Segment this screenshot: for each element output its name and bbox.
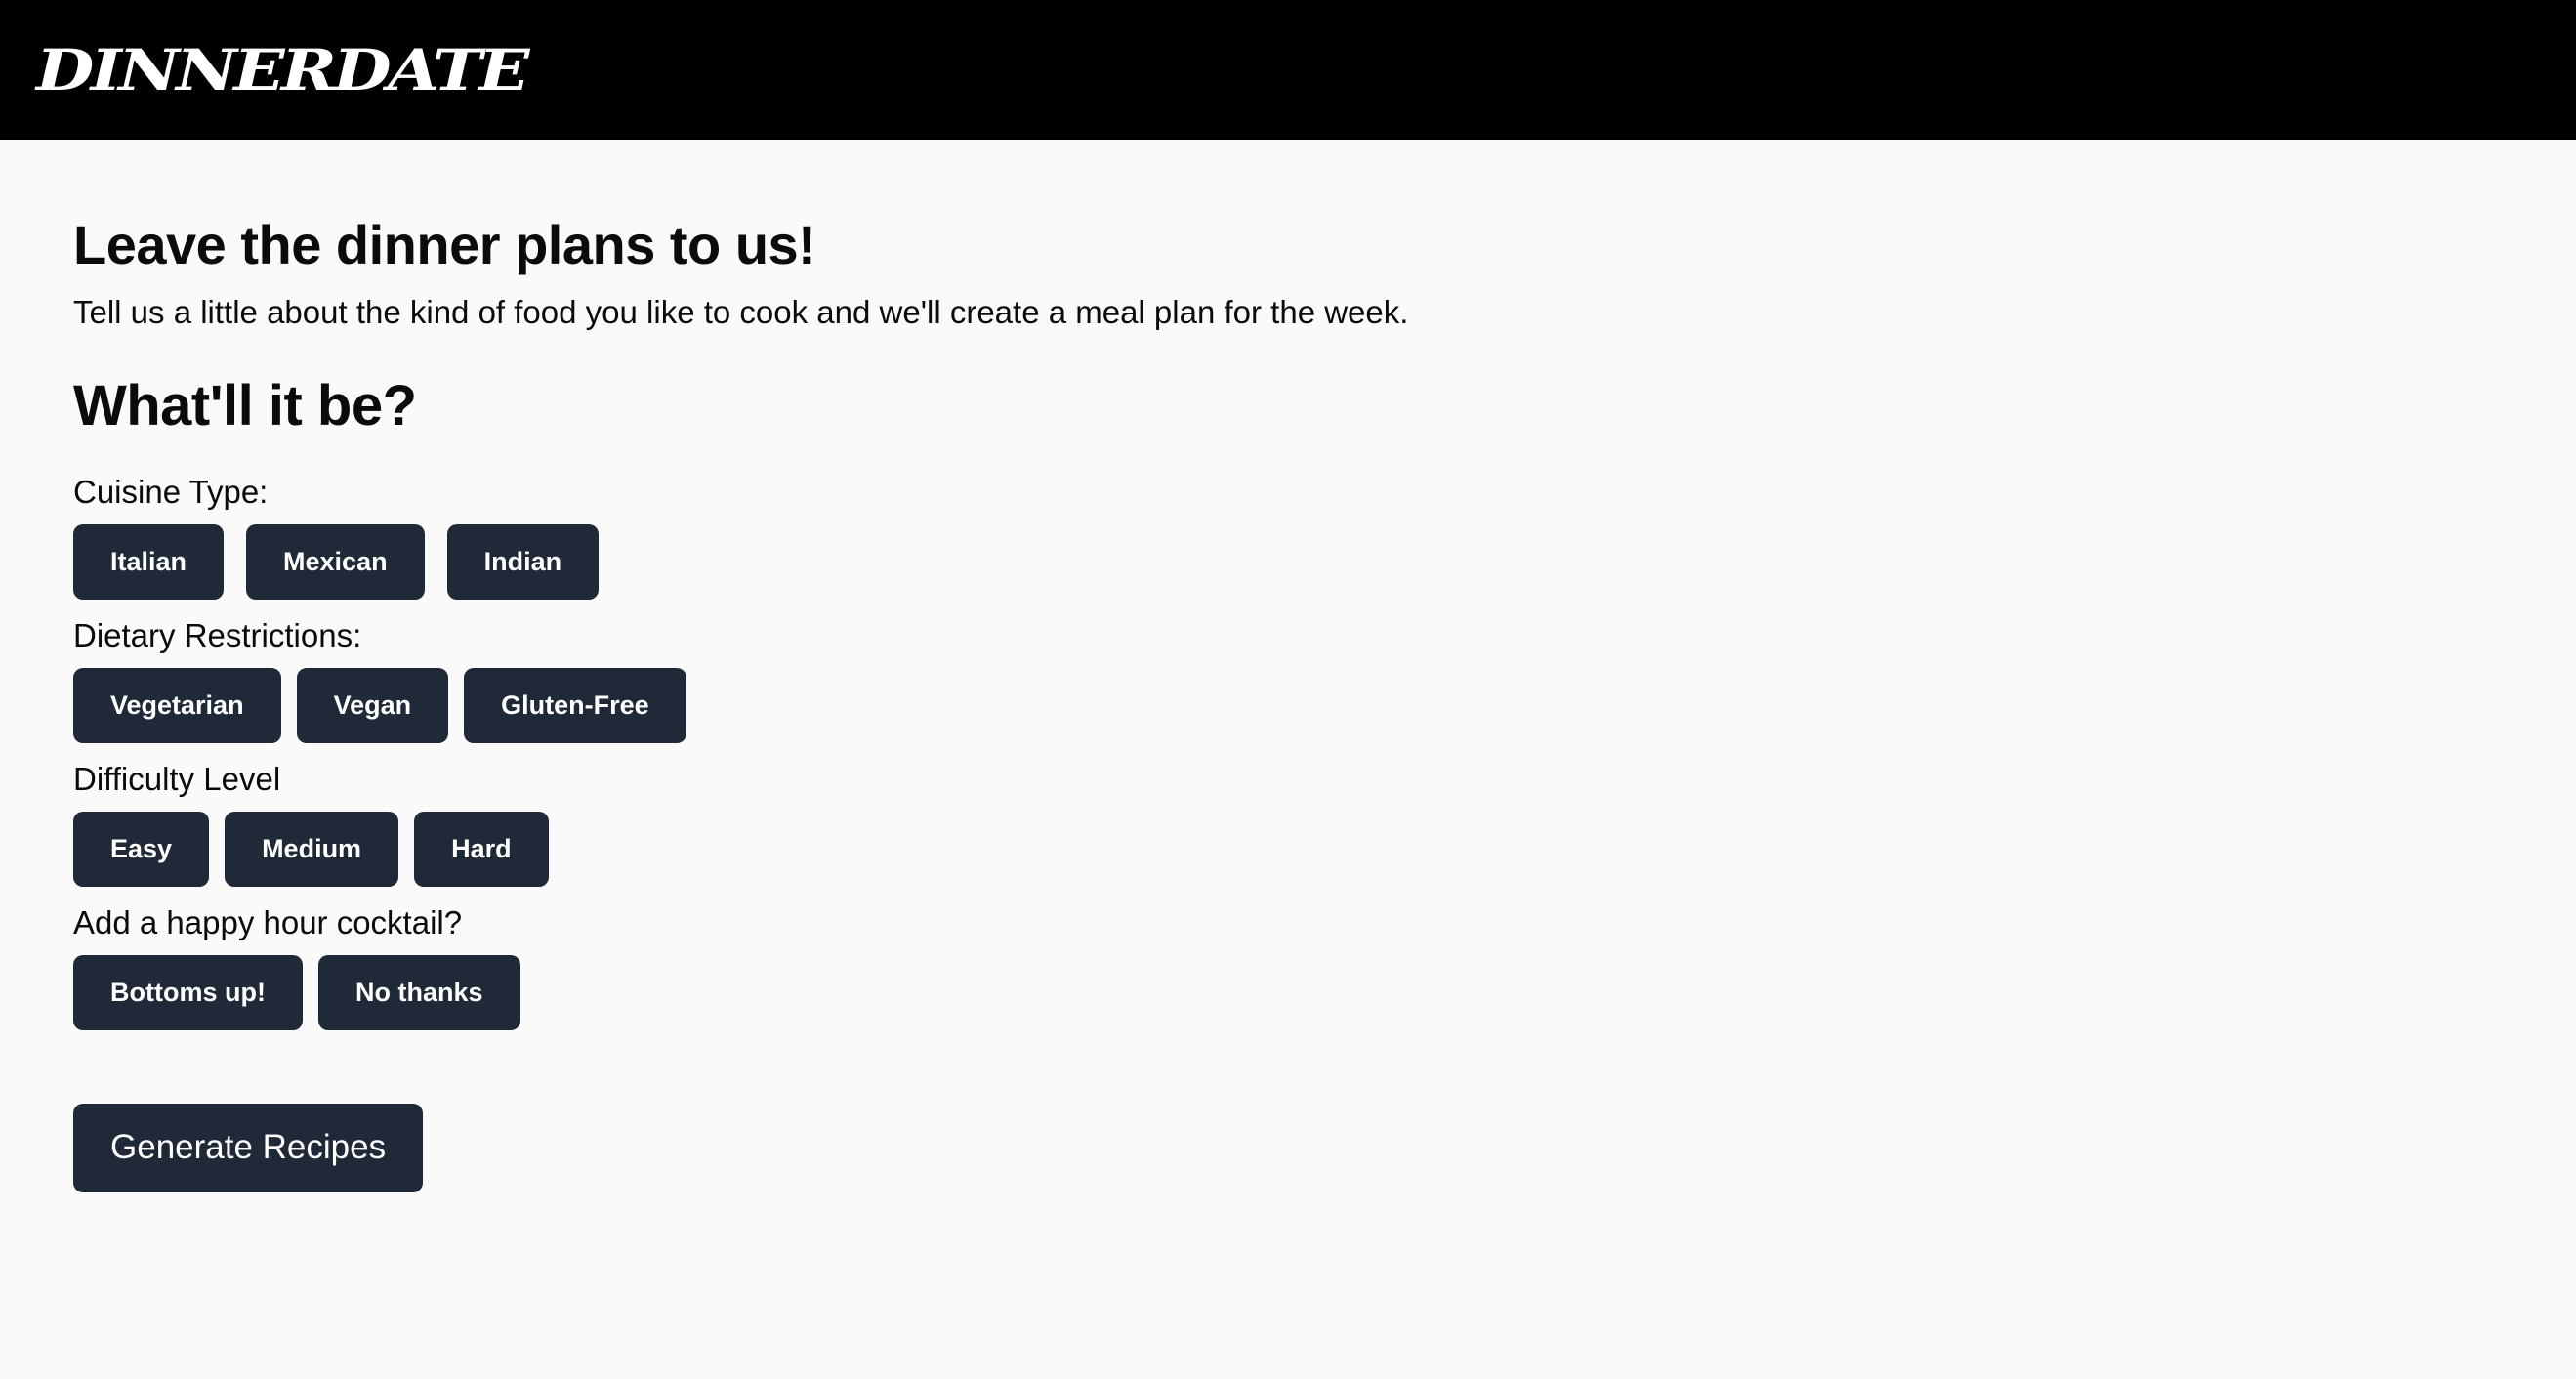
medium-button[interactable]: Medium [225,811,399,887]
bottoms-up-button[interactable]: Bottoms up! [73,954,303,1030]
mexican-button[interactable]: Mexican [246,523,425,600]
vegan-button[interactable]: Vegan [296,667,449,743]
top-bar: DINNERDATE [0,0,2576,140]
cocktail-label: Add a happy hour cocktail? [73,903,463,940]
italian-button[interactable]: Italian [73,523,225,600]
difficulty-level-label: Difficulty Level [73,760,281,797]
indian-button[interactable]: Indian [446,523,600,600]
cocktail-options: Bottoms up! No thanks [73,954,2576,1030]
dietary-restrictions-group: Dietary Restrictions: Vegetarian Vegan G… [73,617,2576,743]
generate-recipes-button[interactable]: Generate Recipes [73,1103,424,1192]
dinnerdate-logo[interactable]: DINNERDATE [36,42,529,99]
cuisine-options: Italian Mexican Indian [73,523,2576,600]
easy-button[interactable]: Easy [73,811,210,887]
vegetarian-button[interactable]: Vegetarian [73,667,281,743]
hard-button[interactable]: Hard [414,811,549,887]
main-content: Leave the dinner plans to us! Tell us a … [0,140,2576,1192]
cuisine-type-label: Cuisine Type: [73,473,269,510]
difficulty-level-group: Difficulty Level Easy Medium Hard [73,761,2576,887]
cuisine-type-group: Cuisine Type: Italian Mexican Indian [73,474,2576,600]
dietary-options: Vegetarian Vegan Gluten-Free [73,667,2576,743]
cocktail-group: Add a happy hour cocktail? Bottoms up! N… [73,904,2576,1030]
intro-text: Tell us a little about the kind of food … [73,294,1409,330]
page-title: Leave the dinner plans to us! [73,214,816,275]
dietary-restrictions-label: Dietary Restrictions: [73,616,362,653]
difficulty-options: Easy Medium Hard [73,811,2576,887]
gluten-free-button[interactable]: Gluten-Free [464,667,686,743]
section-title: What'll it be? [73,373,417,438]
no-thanks-button[interactable]: No thanks [317,954,520,1030]
